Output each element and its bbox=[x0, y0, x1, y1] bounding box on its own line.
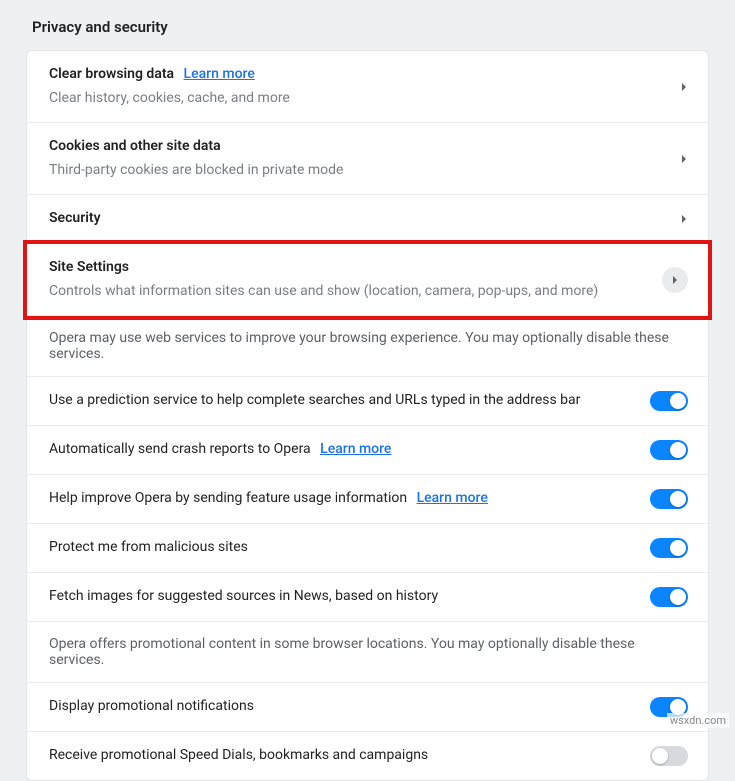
toggle-protect[interactable] bbox=[650, 538, 688, 558]
row-security[interactable]: Security bbox=[27, 195, 708, 244]
row-cookies[interactable]: Cookies and other site data Third-party … bbox=[27, 123, 708, 195]
clear-data-title: Clear browsing data bbox=[49, 66, 174, 82]
security-title: Security bbox=[49, 209, 680, 229]
toggle-prediction[interactable] bbox=[650, 391, 688, 411]
cookies-subtitle: Third-party cookies are blocked in priva… bbox=[49, 161, 680, 181]
row-info-services: Opera may use web services to improve yo… bbox=[27, 316, 708, 377]
chevron-circle bbox=[662, 267, 688, 293]
prediction-label: Use a prediction service to help complet… bbox=[49, 391, 650, 411]
row-site-settings[interactable]: Site Settings Controls what information … bbox=[27, 244, 708, 316]
crash-learn-more-link[interactable]: Learn more bbox=[320, 441, 391, 457]
row-protect-malicious: Protect me from malicious sites bbox=[27, 524, 708, 573]
cookies-title: Cookies and other site data bbox=[49, 137, 680, 157]
row-prediction-service: Use a prediction service to help complet… bbox=[27, 377, 708, 426]
toggle-usage-info[interactable] bbox=[650, 489, 688, 509]
site-settings-title: Site Settings bbox=[49, 258, 662, 278]
usage-label: Help improve Opera by sending feature us… bbox=[49, 490, 407, 506]
watermark: wsxdn.com bbox=[667, 713, 729, 728]
news-images-label: Fetch images for suggested sources in Ne… bbox=[49, 587, 650, 607]
settings-card: Clear browsing data Learn more Clear his… bbox=[26, 50, 709, 781]
chevron-right-icon bbox=[680, 83, 688, 91]
promo-speed-dials-label: Receive promotional Speed Dials, bookmar… bbox=[49, 746, 650, 766]
clear-data-subtitle: Clear history, cookies, cache, and more bbox=[49, 89, 680, 109]
promo-notifications-label: Display promotional notifications bbox=[49, 697, 650, 717]
row-crash-reports: Automatically send crash reports to Oper… bbox=[27, 426, 708, 475]
row-usage-info: Help improve Opera by sending feature us… bbox=[27, 475, 708, 524]
row-info-promo: Opera offers promotional content in some… bbox=[27, 622, 708, 683]
row-fetch-news-images: Fetch images for suggested sources in Ne… bbox=[27, 573, 708, 622]
chevron-right-icon bbox=[680, 215, 688, 223]
toggle-news-images[interactable] bbox=[650, 587, 688, 607]
protect-label: Protect me from malicious sites bbox=[49, 538, 650, 558]
chevron-right-icon bbox=[671, 276, 679, 284]
row-promo-speed-dials: Receive promotional Speed Dials, bookmar… bbox=[27, 732, 708, 780]
row-promo-notifications: Display promotional notifications bbox=[27, 683, 708, 732]
info-services-text: Opera may use web services to improve yo… bbox=[49, 330, 688, 362]
site-settings-subtitle: Controls what information sites can use … bbox=[49, 282, 662, 302]
chevron-right-icon bbox=[680, 155, 688, 163]
row-clear-browsing-data[interactable]: Clear browsing data Learn more Clear his… bbox=[27, 51, 708, 123]
section-title: Privacy and security bbox=[32, 18, 709, 36]
clear-data-learn-more-link[interactable]: Learn more bbox=[184, 66, 255, 82]
info-promo-text: Opera offers promotional content in some… bbox=[49, 636, 688, 668]
toggle-promo-speed-dials[interactable] bbox=[650, 746, 688, 766]
usage-learn-more-link[interactable]: Learn more bbox=[417, 490, 488, 506]
crash-label: Automatically send crash reports to Oper… bbox=[49, 441, 311, 457]
toggle-crash-reports[interactable] bbox=[650, 440, 688, 460]
